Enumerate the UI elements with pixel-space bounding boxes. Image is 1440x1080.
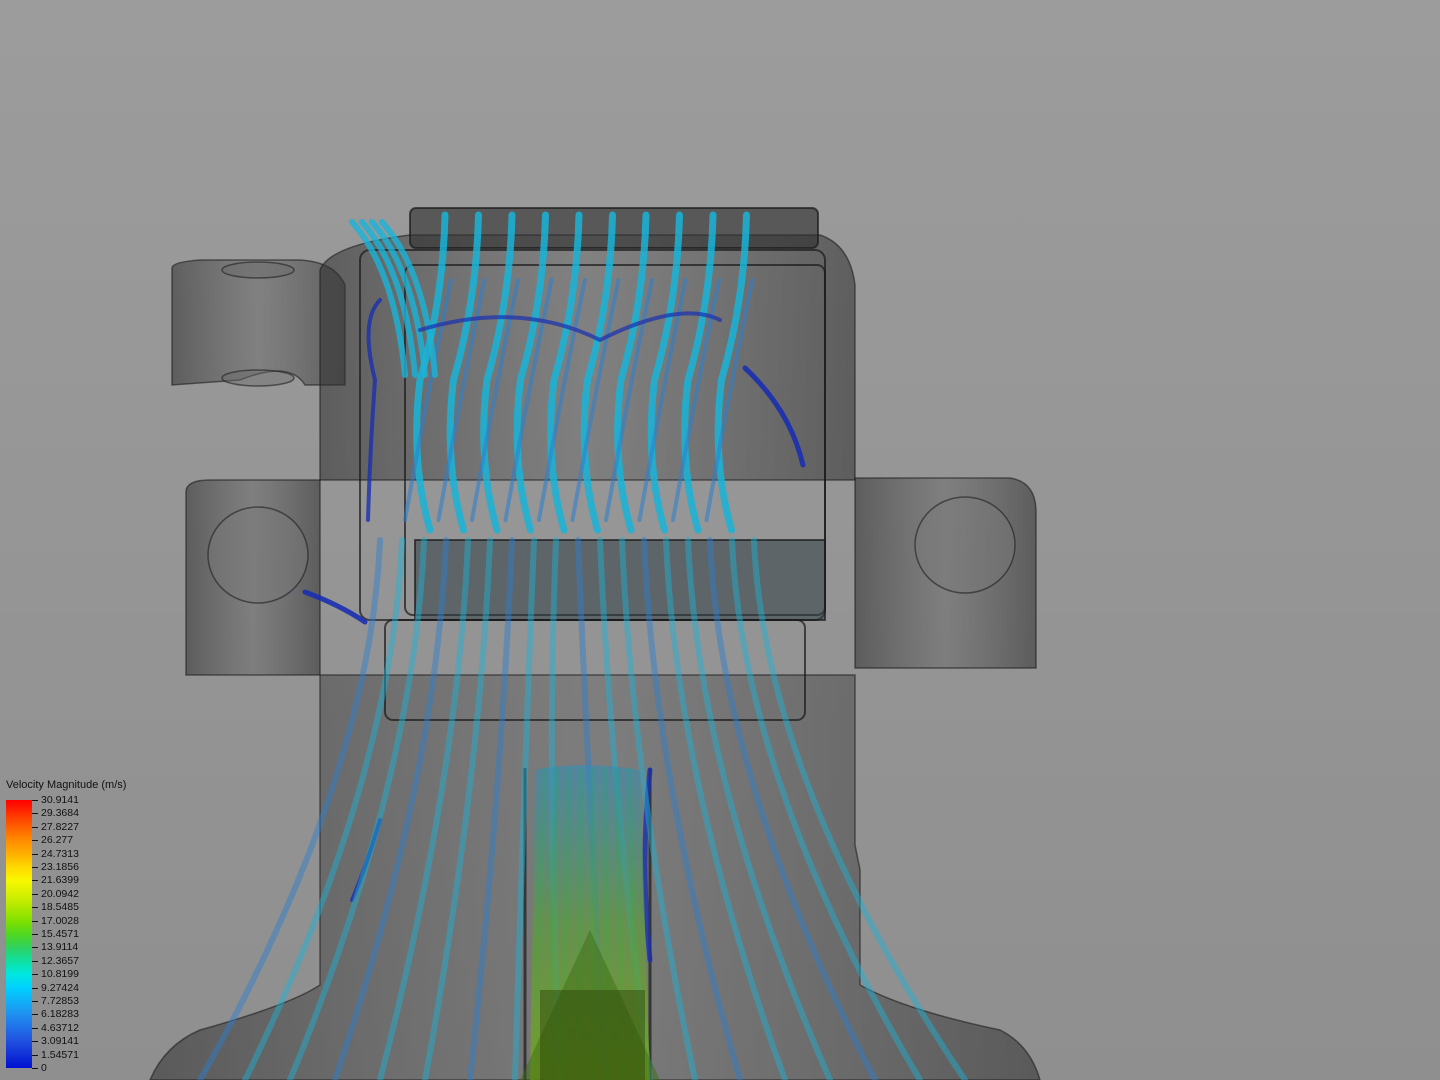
legend-label: 18.5485: [41, 901, 79, 914]
legend-tick: [32, 840, 38, 842]
legend-label: 6.18283: [41, 1008, 79, 1021]
bolt-hole-right: [914, 496, 1016, 594]
legend-label: 0: [41, 1062, 47, 1074]
legend-tick: [32, 920, 38, 922]
legend-label: 20.0942: [41, 887, 79, 900]
legend-tick: [32, 1001, 38, 1002]
legend-label: 13.9114: [41, 941, 79, 954]
jet-core: [540, 990, 645, 1080]
legend-label: 17.0028: [41, 914, 79, 927]
legend-label: 12.3657: [41, 954, 79, 967]
cfd-model-render[interactable]: [0, 0, 1440, 1080]
legend-label: 3.09141: [41, 1035, 79, 1048]
legend-label: 27.8227: [41, 820, 79, 833]
legend-tick: [32, 1014, 38, 1016]
bolt-hole-top-left: [221, 261, 295, 279]
legend-tick: [32, 1068, 38, 1069]
legend-label: 10.8199: [41, 968, 79, 981]
legend-label: 4.63712: [41, 1021, 79, 1034]
legend-swatch: [6, 960, 32, 975]
color-legend: Velocity Magnitude (m/s) 30.9141 29.3684 2…: [6, 778, 146, 1074]
legend-label: 24.7313: [41, 847, 79, 860]
legend-tick: [32, 974, 38, 976]
bolt-hole-top-left-bottom: [221, 369, 295, 387]
legend-swatch: [6, 800, 32, 814]
legend-swatch: [6, 867, 32, 881]
legend-swatch: [6, 1014, 32, 1028]
legend-scale: 30.9141 29.3684 27.8227 26.277 24.7313 23.185…: [6, 794, 146, 1074]
legend-label: 15.4571: [41, 928, 79, 940]
legend-swatch: [6, 934, 32, 948]
legend-swatch: [6, 920, 32, 935]
legend-tick: [32, 826, 38, 828]
legend-tick: [32, 800, 38, 801]
legend-label: 21.6399: [41, 874, 79, 887]
legend-tick: [32, 880, 38, 882]
legend-label: 9.27424: [41, 981, 79, 994]
legend-swatch: [6, 907, 32, 921]
legend-tick: [32, 813, 38, 815]
legend-swatch: [6, 840, 32, 854]
legend-tick: [32, 934, 38, 935]
legend-swatch: [6, 826, 32, 841]
legend-tick: [32, 1027, 38, 1029]
legend-tick: [32, 1041, 38, 1043]
legend-swatch: [6, 974, 32, 988]
housing-ear-top-left: [171, 259, 346, 386]
legend-label: 1.54571: [41, 1048, 79, 1061]
legend-swatch: [6, 880, 32, 894]
bolt-hole-left: [207, 506, 309, 604]
legend-swatch: [6, 893, 32, 908]
legend-tick: [32, 893, 38, 895]
legend-tick: [32, 867, 38, 868]
legend-title: Velocity Magnitude (m/s): [6, 779, 127, 791]
legend-swatch: [6, 1041, 32, 1055]
legend-swatch: [6, 1054, 32, 1069]
legend-swatch: [6, 1001, 32, 1015]
legend-label: 26.277: [41, 834, 74, 847]
legend-tick: [32, 960, 38, 962]
legend-swatch: [6, 813, 32, 827]
legend-label: 29.3684: [41, 807, 79, 820]
legend-swatch: [6, 853, 32, 868]
legend-tick: [32, 987, 38, 989]
legend-tick: [32, 947, 38, 949]
legend-tick: [32, 1054, 38, 1056]
legend-label: 23.1856: [41, 861, 79, 873]
legend-label: 30.9141: [41, 794, 79, 806]
cfd-viewport[interactable]: Velocity Magnitude (m/s) 30.9141 29.3684 2…: [0, 0, 1440, 1080]
legend-swatch: [6, 1027, 32, 1042]
legend-tick: [32, 853, 38, 855]
legend-swatch: [6, 987, 32, 1002]
legend-tick: [32, 907, 38, 909]
legend-swatch: [6, 947, 32, 961]
legend-label: 7.72853: [41, 995, 79, 1007]
